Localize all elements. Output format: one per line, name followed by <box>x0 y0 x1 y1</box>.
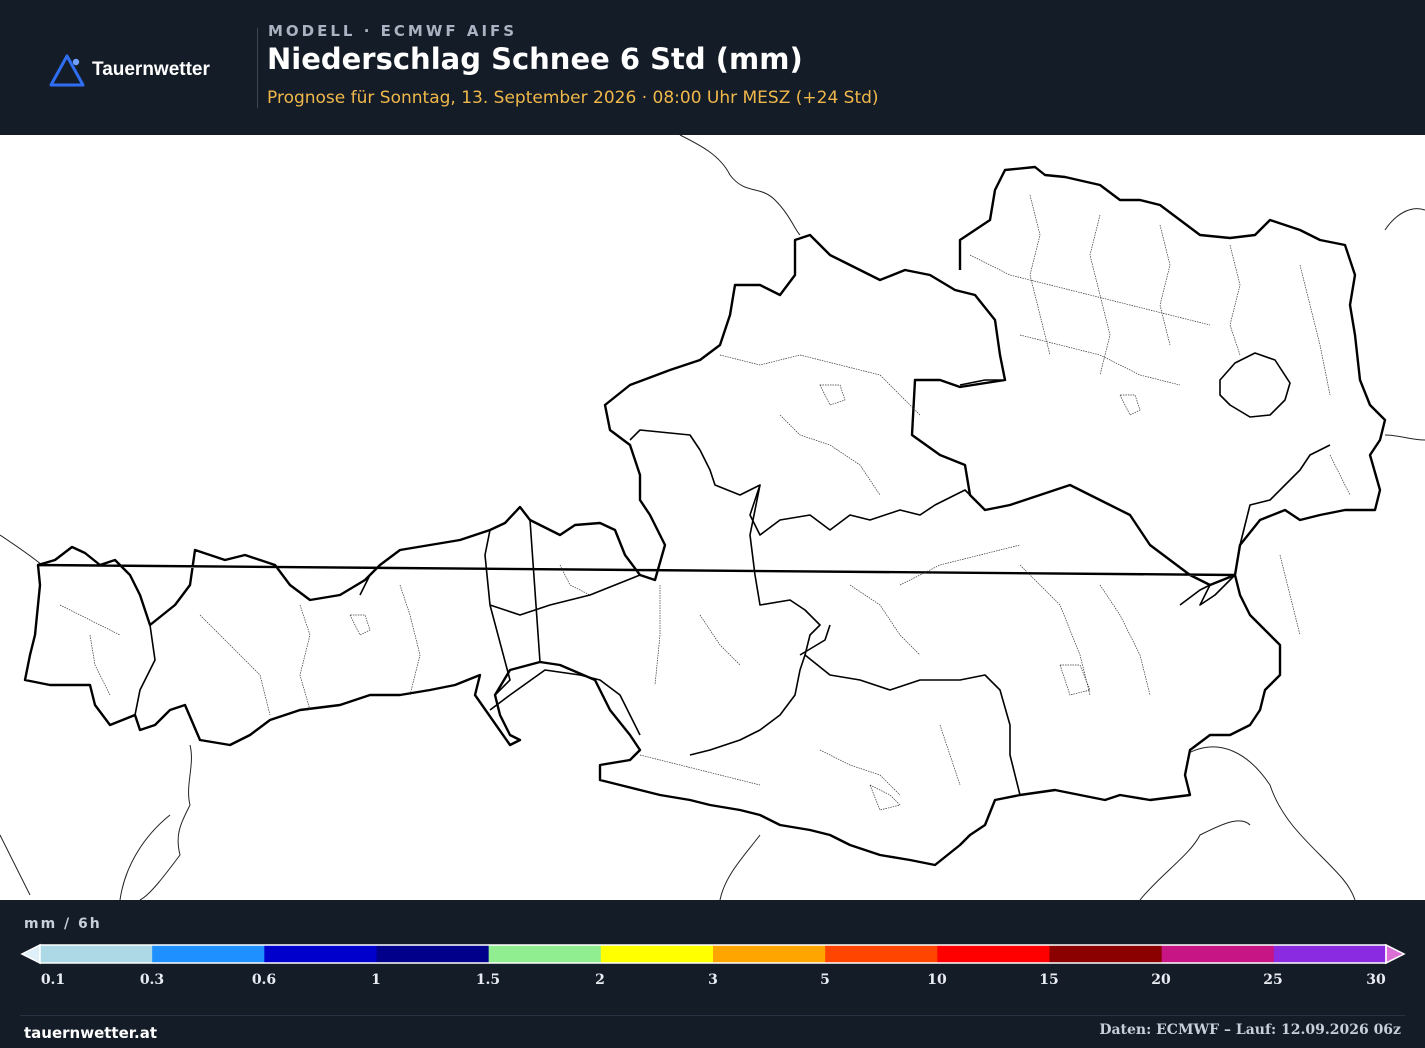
model-label: MODELL · ECMWF AIFS <box>268 22 518 40</box>
colorbar-segment <box>600 945 714 963</box>
colorbar-segment <box>1161 945 1275 963</box>
colorbar-segment <box>713 945 826 963</box>
colorbar-segment <box>40 945 153 963</box>
precip-colorbar <box>20 943 1406 965</box>
colorbar-tick-label: 3 <box>708 972 718 988</box>
page-title: Niederschlag Schnee 6 Std (mm) <box>267 42 803 76</box>
colorbar-tick-label: 0.1 <box>40 972 66 988</box>
colorbar-under-arrow <box>20 943 41 965</box>
footer-divider <box>20 1015 1405 1016</box>
colorbar-tick-label: 2 <box>595 972 605 988</box>
colorbar-tick-label: 1.5 <box>475 972 501 988</box>
colorbar-segment <box>937 945 1050 963</box>
colorbar-tick-label: 15 <box>1039 972 1059 988</box>
colorbar-tick-label: 0.3 <box>139 972 165 988</box>
colorbar-segment <box>152 945 265 963</box>
site-link[interactable]: tauernwetter.at <box>24 1024 157 1042</box>
austria-outline <box>23 165 1387 867</box>
colorbar-segment <box>264 945 377 963</box>
header-bar: Tauernwetter MODELL · ECMWF AIFS Nieders… <box>0 0 1425 135</box>
mountain-triangle-icon <box>49 54 85 87</box>
colorbar-tick-label: 25 <box>1263 972 1283 988</box>
austria-map[interactable] <box>0 135 1425 900</box>
colorbar-segment <box>825 945 938 963</box>
colorbar-segment <box>376 945 490 963</box>
colorbar-tick-label: 20 <box>1151 972 1171 988</box>
brand-name: Tauernwetter <box>92 59 210 80</box>
colorbar-segment <box>488 945 602 963</box>
legend-unit: mm / 6h <box>24 916 102 932</box>
colorbar-tick-label: 30 <box>1366 972 1386 988</box>
header-divider <box>257 28 258 108</box>
map-canvas <box>0 135 1425 900</box>
colorbar-tick-label: 0.6 <box>251 972 277 988</box>
colorbar-segment <box>1049 945 1163 963</box>
colorbar-over-arrow <box>1385 943 1406 965</box>
forecast-time: Prognose für Sonntag, 13. September 2026… <box>267 88 879 108</box>
data-source-run: Daten: ECMWF – Lauf: 12.09.2026 06z <box>1099 1022 1401 1038</box>
colorbar-tick-label: 1 <box>371 972 381 988</box>
colorbar-tick-label: 10 <box>927 972 947 988</box>
colorbar-segment <box>1273 945 1387 963</box>
colorbar-tick-label: 5 <box>820 972 830 988</box>
brand-logo[interactable]: Tauernwetter <box>48 52 210 88</box>
